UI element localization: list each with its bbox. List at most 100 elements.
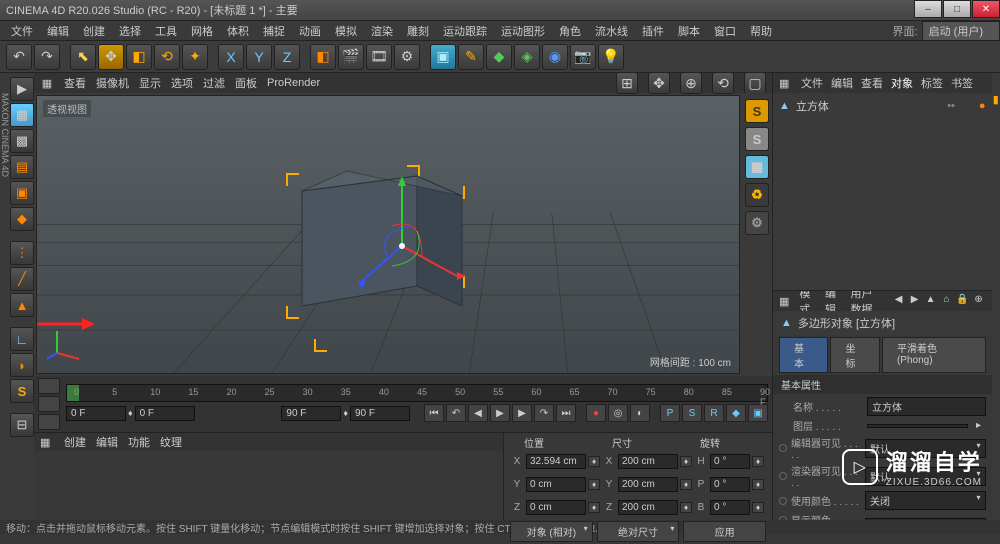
vp-tab-view[interactable]: 查看 [64, 75, 86, 91]
vp-pan-icon[interactable]: ✥ [648, 72, 670, 94]
om-tab-file[interactable]: 文件 [801, 75, 823, 91]
phong-tag-icon[interactable]: ● [979, 100, 986, 112]
vp-orbit-icon[interactable]: ⟲ [712, 72, 734, 94]
render-view[interactable]: ◧ [310, 44, 336, 70]
om-tab-view[interactable]: 查看 [861, 75, 883, 91]
add-camera[interactable]: 📷 [570, 44, 596, 70]
viewport-perspective[interactable]: 透视视图 [36, 95, 740, 374]
tl-end-field[interactable] [281, 406, 341, 421]
coord-mode-object[interactable]: 对象 (相对) [510, 521, 593, 542]
redo-button[interactable]: ↷ [34, 44, 60, 70]
tl-nextkey-icon[interactable]: ↷ [534, 404, 554, 422]
vp-tab-camera[interactable]: 摄像机 [96, 75, 129, 91]
menu-mesh[interactable]: 网格 [184, 23, 220, 39]
om-tab-tags[interactable]: 标签 [921, 75, 943, 91]
rotate-tool[interactable]: ⟲ [154, 44, 180, 70]
attr-渲染器可见[interactable]: 默认 [865, 467, 986, 486]
tl-current-field[interactable] [135, 406, 195, 421]
menu-snap[interactable]: 捕捉 [256, 23, 292, 39]
tl-prevkey-icon[interactable]: ↶ [446, 404, 466, 422]
render-region[interactable]: 🎬 [338, 44, 364, 70]
coord-X-size[interactable] [618, 454, 678, 469]
tl-last-icon[interactable]: ⏭ [556, 404, 576, 422]
right-side-handle[interactable]: ▮ [992, 73, 1000, 520]
menu-volume[interactable]: 体积 [220, 23, 256, 39]
vp-tab-panel[interactable]: 面板 [235, 75, 257, 91]
attr-subtab-basic[interactable]: 基本 [779, 337, 828, 373]
attr-使用颜色[interactable]: 关闭 [865, 491, 986, 510]
object-mode[interactable]: ▣ [10, 181, 34, 205]
menu-pipeline[interactable]: 流水线 [588, 23, 635, 39]
tl-auto-icon[interactable] [38, 414, 60, 430]
menu-tools[interactable]: 工具 [148, 23, 184, 39]
axis-y[interactable]: Y [246, 44, 272, 70]
uv-points[interactable]: ◗ [10, 353, 34, 377]
attr-名称[interactable]: 立方体 [867, 397, 986, 416]
tl-keysel-icon[interactable]: ◐ [630, 404, 650, 422]
menu-help[interactable]: 帮助 [743, 23, 779, 39]
coord-Y-pos[interactable] [526, 477, 586, 492]
workplane-icon[interactable]: ▦ [745, 155, 769, 179]
tl-end2-field[interactable] [350, 406, 410, 421]
gear-icon[interactable]: ⚙ [745, 211, 769, 235]
tl-play-icon[interactable]: ▶ [490, 404, 510, 422]
menu-animate[interactable]: 动画 [292, 23, 328, 39]
mat-tab-tex[interactable]: 纹理 [160, 434, 182, 450]
axis-x[interactable]: X [218, 44, 244, 70]
texture-mode[interactable]: ▩ [10, 129, 34, 153]
vp-toggle-icon[interactable]: ▢ [744, 72, 766, 94]
uv-polys[interactable]: S [10, 379, 34, 403]
layout-select[interactable]: 启动 (用户) [922, 21, 1000, 41]
vp-tab-options[interactable]: 选项 [171, 75, 193, 91]
edge-mode[interactable]: ╱ [10, 267, 34, 291]
coord-apply-button[interactable]: 应用 [683, 521, 766, 542]
tl-param-icon[interactable]: ◆ [726, 404, 746, 422]
coord-B-rot[interactable] [710, 500, 750, 515]
tl-prev-icon[interactable]: ◀ [468, 404, 488, 422]
attr-subtab-coord[interactable]: 坐标 [830, 337, 879, 373]
menu-motiontrack[interactable]: 运动跟踪 [436, 23, 494, 39]
attr-显示颜色[interactable] [865, 518, 986, 521]
add-cube[interactable]: ▣ [430, 44, 456, 70]
attr-nav-up-icon[interactable]: ▲ [924, 294, 938, 308]
mat-tab-edit[interactable]: 编辑 [96, 434, 118, 450]
coord-H-rot[interactable] [710, 454, 750, 469]
add-deformer[interactable]: ◈ [514, 44, 540, 70]
tweak-mode[interactable]: ∟ [10, 327, 34, 351]
move-tool[interactable]: ✥ [98, 44, 124, 70]
coord-mode-size[interactable]: 绝对尺寸 [597, 521, 680, 542]
render-settings[interactable]: 🎞 [366, 44, 392, 70]
vp-tab-display[interactable]: 显示 [139, 75, 161, 91]
menu-window[interactable]: 窗口 [707, 23, 743, 39]
minimize-button[interactable]: – [914, 0, 942, 18]
menu-simulate[interactable]: 模拟 [328, 23, 364, 39]
mat-tab-create[interactable]: 创建 [64, 434, 86, 450]
attr-home-icon[interactable]: ⌂ [940, 294, 954, 308]
attr-subtab-phong[interactable]: 平滑着色(Phong) [882, 337, 986, 373]
menu-character[interactable]: 角色 [552, 23, 588, 39]
snap-2d-icon[interactable]: S [745, 127, 769, 151]
add-environment[interactable]: ◉ [542, 44, 568, 70]
tl-first-icon[interactable]: ⏮ [424, 404, 444, 422]
workplane-mode[interactable]: ▤ [10, 155, 34, 179]
attr-图层[interactable] [867, 424, 968, 428]
select-tool[interactable]: ⬉ [70, 44, 96, 70]
make-editable[interactable]: ▶ [10, 77, 34, 101]
tl-record-icon[interactable]: ● [586, 404, 606, 422]
tl-scale-icon[interactable]: S [682, 404, 702, 422]
menu-mograph[interactable]: 运动图形 [494, 23, 552, 39]
menu-plugins[interactable]: 插件 [635, 23, 671, 39]
maximize-button[interactable]: □ [943, 0, 971, 18]
om-tab-edit[interactable]: 编辑 [831, 75, 853, 91]
picture-viewer[interactable]: ⚙ [394, 44, 420, 70]
coord-Z-pos[interactable] [526, 500, 586, 515]
object-name[interactable]: 立方体 [796, 98, 829, 114]
add-light[interactable]: 💡 [598, 44, 624, 70]
attr-lock-icon[interactable]: 🔒 [956, 294, 970, 308]
tl-lock-icon[interactable] [38, 378, 60, 394]
tl-key-icon[interactable] [38, 396, 60, 412]
tl-next-icon[interactable]: ▶ [512, 404, 532, 422]
coord-X-pos[interactable] [526, 454, 586, 469]
vp-tab-prorender[interactable]: ProRender [267, 77, 320, 89]
visibility-dots-icon[interactable]: •• [947, 100, 955, 112]
